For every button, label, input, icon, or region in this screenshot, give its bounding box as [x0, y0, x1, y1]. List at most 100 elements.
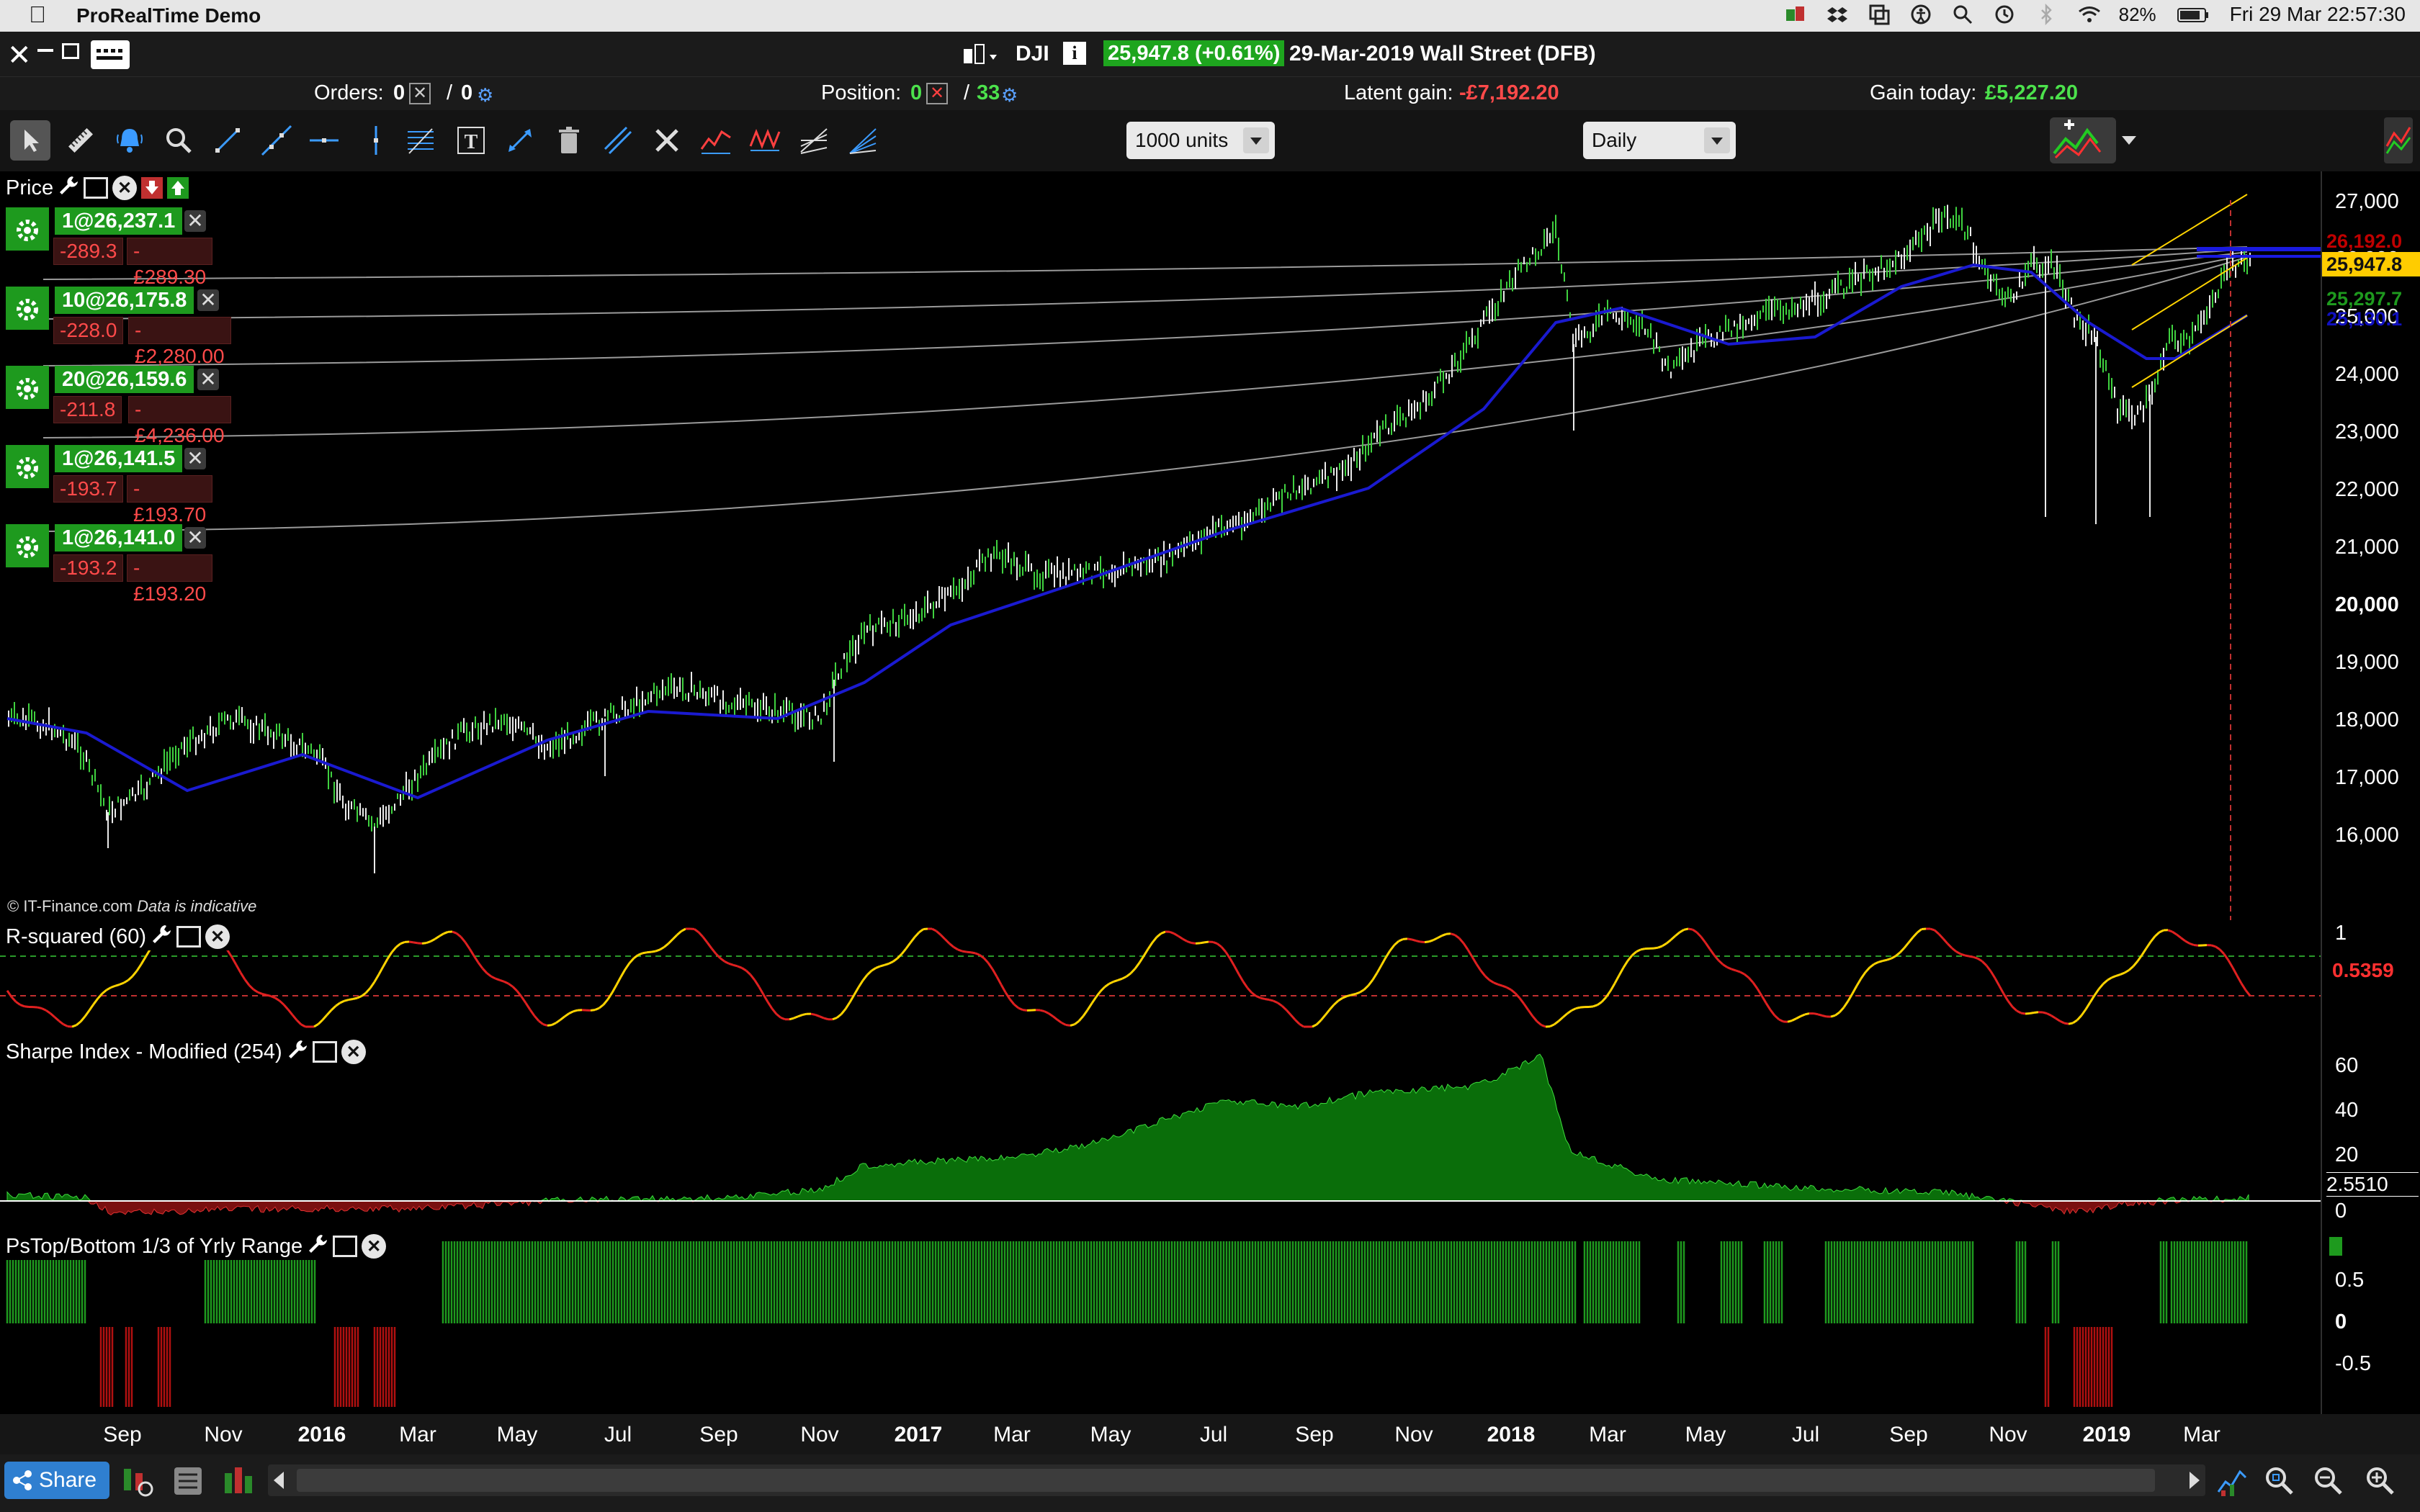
move-up-icon[interactable]: [167, 177, 189, 199]
zigzag-icon[interactable]: [745, 120, 785, 161]
cursor-icon[interactable]: [10, 120, 50, 161]
close-order-icon[interactable]: ✕: [197, 369, 219, 390]
horizontal-line-icon[interactable]: [304, 120, 344, 161]
delete-drawings-icon[interactable]: [549, 120, 589, 161]
orders-count-2[interactable]: 0: [461, 81, 472, 105]
trading-icon[interactable]: [120, 1463, 156, 1503]
close-panel-icon[interactable]: ✕: [341, 1040, 366, 1064]
units-dropdown[interactable]: 1000 units: [1126, 122, 1275, 159]
position-count-2[interactable]: 33: [977, 81, 1000, 105]
menubar-clock[interactable]: Fri 29 Mar 22:57:30: [2230, 3, 2406, 26]
window-toggle-icon[interactable]: [84, 177, 109, 199]
restore-icon[interactable]: [62, 43, 79, 59]
indicators-icon[interactable]: [696, 120, 736, 161]
info-icon[interactable]: i: [1063, 42, 1086, 65]
close-order-icon[interactable]: ✕: [184, 210, 206, 232]
zoom-fit-icon[interactable]: [2262, 1463, 2298, 1503]
time-machine-icon[interactable]: [1994, 4, 2015, 25]
gear-icon[interactable]: [6, 366, 49, 409]
close-icon[interactable]: ✕: [7, 39, 32, 72]
price-chart[interactable]: [0, 171, 2321, 920]
gear-icon[interactable]: [6, 524, 49, 567]
horizontal-scrollbar[interactable]: [268, 1464, 2205, 1496]
window-icon[interactable]: [1868, 4, 1890, 25]
position-count[interactable]: 0: [910, 81, 922, 105]
wrench-icon[interactable]: [58, 174, 79, 202]
close-panel-icon[interactable]: ✕: [112, 176, 138, 200]
sharpe-axis[interactable]: 60 40 20 2.5510 0: [2321, 1035, 2420, 1230]
wrench-icon[interactable]: [307, 1233, 328, 1260]
menu-icon[interactable]: [91, 40, 130, 69]
apple-menu-icon[interactable]: : [29, 1, 46, 28]
time-axis[interactable]: Sep Nov 2016 Mar May Jul Sep Nov 2017 Mar May Jul Se…: [0, 1414, 2420, 1454]
scrollbar-thumb[interactable]: [297, 1469, 2155, 1492]
position-settings-icon[interactable]: ⚙: [1001, 84, 1018, 107]
list-icon[interactable]: [170, 1463, 206, 1503]
autoscale-icon[interactable]: [2214, 1463, 2250, 1503]
alert-bell-icon[interactable]: [109, 120, 150, 161]
zoom-in-icon[interactable]: [2362, 1463, 2398, 1503]
window-toggle-icon[interactable]: [333, 1236, 358, 1257]
gear-icon[interactable]: [6, 287, 49, 330]
gear-icon[interactable]: [6, 207, 49, 251]
close-order-icon[interactable]: ✕: [184, 527, 206, 549]
chevron-down-icon[interactable]: [1704, 127, 1730, 153]
window-toggle-icon[interactable]: [312, 1041, 337, 1063]
trendline-icon[interactable]: [256, 120, 297, 161]
search-icon[interactable]: [1952, 4, 1973, 25]
gann-fan-icon[interactable]: [843, 120, 883, 161]
order-quantity[interactable]: 1@26,237.1: [55, 207, 183, 235]
price-axis[interactable]: 27,000 26,000 25,000 24,000 23,000 22,00…: [2321, 171, 2420, 920]
arrow-tool-icon[interactable]: [500, 120, 540, 161]
close-panel-icon[interactable]: ✕: [205, 924, 230, 949]
dropbox-icon[interactable]: [1827, 4, 1848, 25]
cancel-orders-icon[interactable]: ✕: [409, 83, 431, 104]
orders-count[interactable]: 0: [393, 81, 405, 105]
chevron-down-icon[interactable]: [1243, 127, 1269, 153]
alerts-indicator-icon[interactable]: [2384, 117, 2413, 163]
bluetooth-icon[interactable]: [2035, 3, 2057, 26]
accessibility-icon[interactable]: [1910, 4, 1932, 25]
tools-icon[interactable]: [647, 120, 687, 161]
fibonacci-icon[interactable]: [400, 120, 441, 161]
close-order-icon[interactable]: ✕: [197, 289, 219, 311]
text-tool-icon[interactable]: T: [451, 120, 491, 161]
close-position-icon[interactable]: ✕: [926, 83, 948, 104]
add-indicator-button[interactable]: [2050, 117, 2116, 163]
app-name[interactable]: ProRealTime Demo: [76, 4, 261, 27]
vertical-line-icon[interactable]: [356, 120, 396, 161]
order-quantity[interactable]: 20@26,159.6: [55, 366, 194, 393]
pitchfork-icon[interactable]: [794, 120, 834, 161]
close-order-icon[interactable]: ✕: [184, 448, 206, 469]
zoom-out-icon[interactable]: [2311, 1463, 2347, 1503]
share-button[interactable]: Share: [4, 1462, 109, 1499]
rsquared-axis[interactable]: 1 0.5359: [2321, 920, 2420, 1035]
timeframe-dropdown[interactable]: Daily: [1583, 122, 1736, 159]
scroll-left-icon[interactable]: [274, 1472, 284, 1489]
segment-tool-icon[interactable]: [207, 120, 248, 161]
close-panel-icon[interactable]: ✕: [362, 1234, 387, 1259]
order-quantity[interactable]: 1@26,141.5: [55, 445, 183, 472]
minimize-icon[interactable]: [37, 49, 53, 52]
channel-tool-icon[interactable]: [598, 120, 638, 161]
battery-icon[interactable]: [2177, 4, 2210, 25]
chart-bars-icon[interactable]: [220, 1463, 256, 1503]
wifi-icon[interactable]: [2077, 4, 2100, 25]
order-quantity[interactable]: 1@26,141.0: [55, 524, 183, 552]
chart-type-icon[interactable]: [958, 39, 1001, 74]
zoom-icon[interactable]: [158, 120, 199, 161]
pstop-axis[interactable]: 0.5 0 -0.5: [2321, 1230, 2420, 1414]
ruler-icon[interactable]: [60, 120, 101, 161]
app-status-icon[interactable]: [1785, 4, 1806, 25]
symbol-label[interactable]: DJI: [1016, 42, 1049, 66]
chevron-down-icon[interactable]: [2122, 136, 2136, 145]
move-down-icon[interactable]: [141, 177, 163, 199]
scroll-right-icon[interactable]: [2190, 1472, 2200, 1489]
gear-icon[interactable]: [6, 445, 49, 488]
wrench-icon[interactable]: [151, 923, 172, 950]
window-toggle-icon[interactable]: [176, 926, 202, 948]
order-quantity[interactable]: 10@26,175.8: [55, 287, 194, 314]
rsquared-chart[interactable]: [0, 920, 2321, 1035]
orders-settings-icon[interactable]: ⚙: [477, 84, 493, 107]
wrench-icon[interactable]: [287, 1038, 308, 1066]
